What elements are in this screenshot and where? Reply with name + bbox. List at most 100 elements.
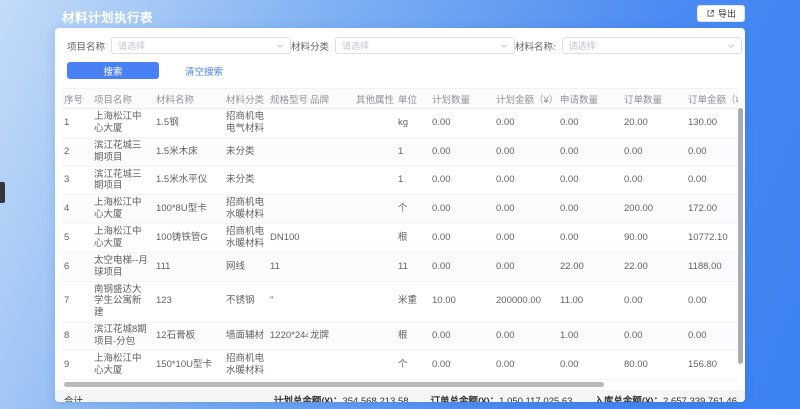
table-cell: 22.00 bbox=[622, 252, 686, 281]
table-cell: 200.00 bbox=[622, 195, 686, 224]
table-cell: 未分类 bbox=[224, 166, 268, 195]
table-cell: 滨江花城8期项目-分包 bbox=[92, 322, 154, 351]
table-cell: 0.00 bbox=[686, 281, 738, 322]
export-icon bbox=[706, 9, 715, 18]
table-header: 序号项目名称材料名称材料分类规格型号品牌其他属性单位计划数量计划金额（¥）申请数… bbox=[62, 89, 738, 109]
table-cell: 5 bbox=[62, 224, 92, 253]
table-cell: 0.00 bbox=[686, 166, 738, 195]
column-header: 单位 bbox=[396, 89, 430, 109]
table-cell bbox=[354, 166, 396, 195]
table-cell bbox=[308, 137, 354, 166]
clear-search-link[interactable]: 清空搜索 bbox=[185, 64, 223, 78]
table-row[interactable]: 6太空电梯--月球项目111网线11110.000.0022.0022.0011… bbox=[62, 252, 738, 281]
category-filter-label: 材料分类 bbox=[291, 39, 329, 53]
material-select[interactable]: 请选择 bbox=[562, 37, 742, 54]
table-cell: 上海松江中心大厦 bbox=[92, 350, 154, 379]
table-cell: 1220*2440*12 bbox=[268, 322, 308, 351]
table-cell: 0.00 bbox=[558, 350, 622, 379]
table-cell: 0.00 bbox=[558, 109, 622, 138]
summary-total-item: 计划总金额(¥)：354,568,213.58 bbox=[274, 393, 409, 402]
table-cell: 未分类 bbox=[224, 137, 268, 166]
column-header: 申请数量 bbox=[558, 89, 622, 109]
horizontal-scrollbar[interactable] bbox=[64, 382, 604, 387]
summary-item-value: 2,657,339,761.46 bbox=[663, 396, 737, 402]
table-cell: 0.00 bbox=[430, 137, 494, 166]
table-cell: 4 bbox=[62, 195, 92, 224]
table-cell bbox=[354, 224, 396, 253]
table-cell: 0.00 bbox=[622, 137, 686, 166]
table-cell bbox=[308, 350, 354, 379]
table-cell bbox=[354, 137, 396, 166]
table-cell: 0.00 bbox=[622, 322, 686, 351]
table-cell: 招商机电 电气材料 bbox=[224, 109, 268, 138]
summary-item-label: 计划总金额(¥)： bbox=[274, 396, 343, 402]
summary-total-label: 合计 bbox=[64, 393, 83, 402]
material-filter-group: 材料名称: 请选择 bbox=[515, 37, 742, 54]
table-cell: 上海松江中心大厦 bbox=[92, 109, 154, 138]
column-header: 其他属性 bbox=[354, 89, 396, 109]
table-cell: 200000.00 bbox=[494, 281, 558, 322]
summary-bar: 合计 计划总金额(¥)：354,568,213.58订单总金额(¥)：1,050… bbox=[55, 390, 745, 402]
table-row[interactable]: 7南钢盛达大学生公寓新建123不锈钢"米重10.00200000.0011.00… bbox=[62, 281, 738, 322]
search-button[interactable]: 搜索 bbox=[67, 62, 159, 79]
table-cell: 太空电梯--月球项目 bbox=[92, 252, 154, 281]
column-header: 材料名称 bbox=[154, 89, 224, 109]
summary-item-label: 订单总金额(¥)： bbox=[431, 396, 500, 402]
export-button[interactable]: 导出 bbox=[697, 5, 745, 22]
table-cell: 1.5米水平仪 bbox=[154, 166, 224, 195]
table-cell: 172.00 bbox=[686, 195, 738, 224]
table-cell: 根 bbox=[396, 224, 430, 253]
column-header: 计划金额（¥） bbox=[494, 89, 558, 109]
table-row[interactable]: 2滨江花城三期项目1.5米木床未分类10.000.000.000.000.00 bbox=[62, 137, 738, 166]
table-cell bbox=[308, 224, 354, 253]
table-cell bbox=[354, 195, 396, 224]
table-cell bbox=[354, 350, 396, 379]
table-cell: 南钢盛达大学生公寓新建 bbox=[92, 281, 154, 322]
table-cell: 20.00 bbox=[622, 109, 686, 138]
table-cell: 不锈钢 bbox=[224, 281, 268, 322]
project-select-placeholder: 请选择 bbox=[118, 39, 145, 52]
table-cell: 123 bbox=[154, 281, 224, 322]
table-cell: 1.00 bbox=[558, 322, 622, 351]
table-cell bbox=[268, 166, 308, 195]
project-select[interactable]: 请选择 bbox=[111, 37, 291, 54]
table-cell: 招商机电 水暖材料 bbox=[224, 195, 268, 224]
table-row[interactable]: 1上海松江中心大厦1.5钢招商机电 电气材料kg0.000.000.0020.0… bbox=[62, 109, 738, 138]
table-cell bbox=[308, 195, 354, 224]
table-cell: 1 bbox=[396, 166, 430, 195]
table-cell: 9 bbox=[62, 350, 92, 379]
table-row[interactable]: 5上海松江中心大厦100铸铁管G招商机电 水暖材料DN100根0.000.000… bbox=[62, 224, 738, 253]
table-cell: 150*10U型卡 bbox=[154, 350, 224, 379]
table-cell: 0.00 bbox=[686, 322, 738, 351]
table-cell: 111 bbox=[154, 252, 224, 281]
summary-totals: 计划总金额(¥)：354,568,213.58订单总金额(¥)：1,050,11… bbox=[252, 393, 737, 402]
table-cell: 根 bbox=[396, 322, 430, 351]
column-header: 订单金额（¥） bbox=[686, 89, 738, 109]
table-body: 1上海松江中心大厦1.5钢招商机电 电气材料kg0.000.000.0020.0… bbox=[62, 109, 738, 380]
materials-table: 序号项目名称材料名称材料分类规格型号品牌其他属性单位计划数量计划金额（¥）申请数… bbox=[62, 88, 738, 380]
category-select[interactable]: 请选择 bbox=[335, 37, 515, 54]
table-cell: 1 bbox=[396, 137, 430, 166]
table-cell: 0.00 bbox=[494, 350, 558, 379]
vertical-scrollbar[interactable] bbox=[738, 108, 743, 364]
table-row[interactable]: 8滨江花城8期项目-分包12石膏板墙面辅材1220*2440*12龙牌根0.00… bbox=[62, 322, 738, 351]
column-header: 品牌 bbox=[308, 89, 354, 109]
table-cell: kg bbox=[396, 109, 430, 138]
table-cell: 10772.10 bbox=[686, 224, 738, 253]
chevron-down-icon bbox=[500, 37, 508, 55]
table-cell: 0.00 bbox=[558, 137, 622, 166]
table-row[interactable]: 4上海松江中心大厦100*8U型卡招商机电 水暖材料个0.000.000.002… bbox=[62, 195, 738, 224]
page-title: 材料计划执行表 bbox=[62, 7, 153, 26]
side-panel-handle[interactable] bbox=[0, 182, 5, 203]
table-cell: 0.00 bbox=[430, 109, 494, 138]
table-cell: 0.00 bbox=[686, 137, 738, 166]
table-row[interactable]: 9上海松江中心大厦150*10U型卡招商机电 水暖材料个0.000.000.00… bbox=[62, 350, 738, 379]
table-cell: 11 bbox=[396, 252, 430, 281]
table-cell: 上海松江中心大厦 bbox=[92, 195, 154, 224]
table-cell: 0.00 bbox=[494, 166, 558, 195]
table-cell bbox=[268, 350, 308, 379]
table-row[interactable]: 3滨江花城三期项目1.5米水平仪未分类10.000.000.000.000.00 bbox=[62, 166, 738, 195]
table-cell: 100铸铁管G bbox=[154, 224, 224, 253]
table-cell: 招商机电 水暖材料 bbox=[224, 350, 268, 379]
table-cell: 0.00 bbox=[430, 350, 494, 379]
